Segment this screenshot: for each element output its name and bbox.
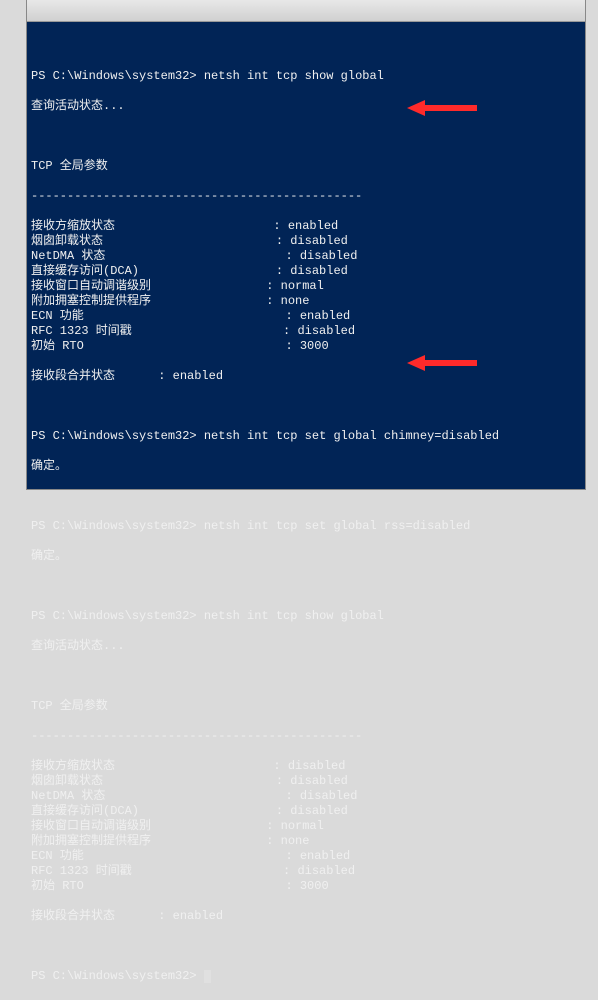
divider-2: ----------------------------------------… xyxy=(31,729,585,744)
block1-row: 直接缓存访问(DCA) : disabled xyxy=(31,264,585,279)
block2-row: RFC 1323 时间戳 : disabled xyxy=(31,864,585,879)
block2-row: 直接缓存访问(DCA) : disabled xyxy=(31,804,585,819)
block2-row: 初始 RTO : 3000 xyxy=(31,879,585,894)
block2-row: 附加拥塞控制提供程序 : none xyxy=(31,834,585,849)
block2-row: 烟囱卸载状态 : disabled xyxy=(31,774,585,789)
merge-label-1: 接收段合并状态 xyxy=(31,369,115,383)
block2-row: 接收方缩放状态 : disabled xyxy=(31,759,585,774)
divider-1: ----------------------------------------… xyxy=(31,189,585,204)
powershell-window: PS C:\Windows\system32> netsh int tcp sh… xyxy=(26,0,586,490)
merge-label-2: 接收段合并状态 xyxy=(31,909,115,923)
prompt: PS C:\Windows\system32> xyxy=(31,519,197,533)
cmd-set-rss: netsh int tcp set global rss=disabled xyxy=(204,519,470,533)
block1-row: 附加拥塞控制提供程序 : none xyxy=(31,294,585,309)
cmd-show-1: netsh int tcp show global xyxy=(204,69,384,83)
window-titlebar[interactable] xyxy=(27,0,585,22)
block2-row: ECN 功能 : enabled xyxy=(31,849,585,864)
block1-row: NetDMA 状态 : disabled xyxy=(31,249,585,264)
section-header-1: TCP 全局参数 xyxy=(31,159,585,174)
merge-value-2: enabled xyxy=(173,909,223,923)
block2-row: 接收窗口自动调谐级别 : normal xyxy=(31,819,585,834)
cmd-show-2: netsh int tcp show global xyxy=(204,609,384,623)
block1-row: RFC 1323 时间戳 : disabled xyxy=(31,324,585,339)
prompt: PS C:\Windows\system32> xyxy=(31,609,197,623)
cmd-set-chimney: netsh int tcp set global chimney=disable… xyxy=(204,429,499,443)
block1-row: 烟囱卸载状态 : disabled xyxy=(31,234,585,249)
block1-row: 接收窗口自动调谐级别 : normal xyxy=(31,279,585,294)
block1-row: 初始 RTO : 3000 xyxy=(31,339,585,354)
merge-value-1: enabled xyxy=(173,369,223,383)
cursor xyxy=(204,970,211,983)
section-header-2: TCP 全局参数 xyxy=(31,699,585,714)
block2-row: NetDMA 状态 : disabled xyxy=(31,789,585,804)
ok-1: 确定。 xyxy=(31,459,585,474)
prompt: PS C:\Windows\system32> xyxy=(31,429,197,443)
query-status-1: 查询活动状态... xyxy=(31,99,585,114)
block1-row: ECN 功能 : enabled xyxy=(31,309,585,324)
block1-row: 接收方缩放状态 : enabled xyxy=(31,219,585,234)
prompt-final: PS C:\Windows\system32> xyxy=(31,969,197,983)
query-status-2: 查询活动状态... xyxy=(31,639,585,654)
ok-2: 确定。 xyxy=(31,549,585,564)
terminal-content[interactable]: PS C:\Windows\system32> netsh int tcp sh… xyxy=(27,22,585,1000)
prompt: PS C:\Windows\system32> xyxy=(31,69,197,83)
